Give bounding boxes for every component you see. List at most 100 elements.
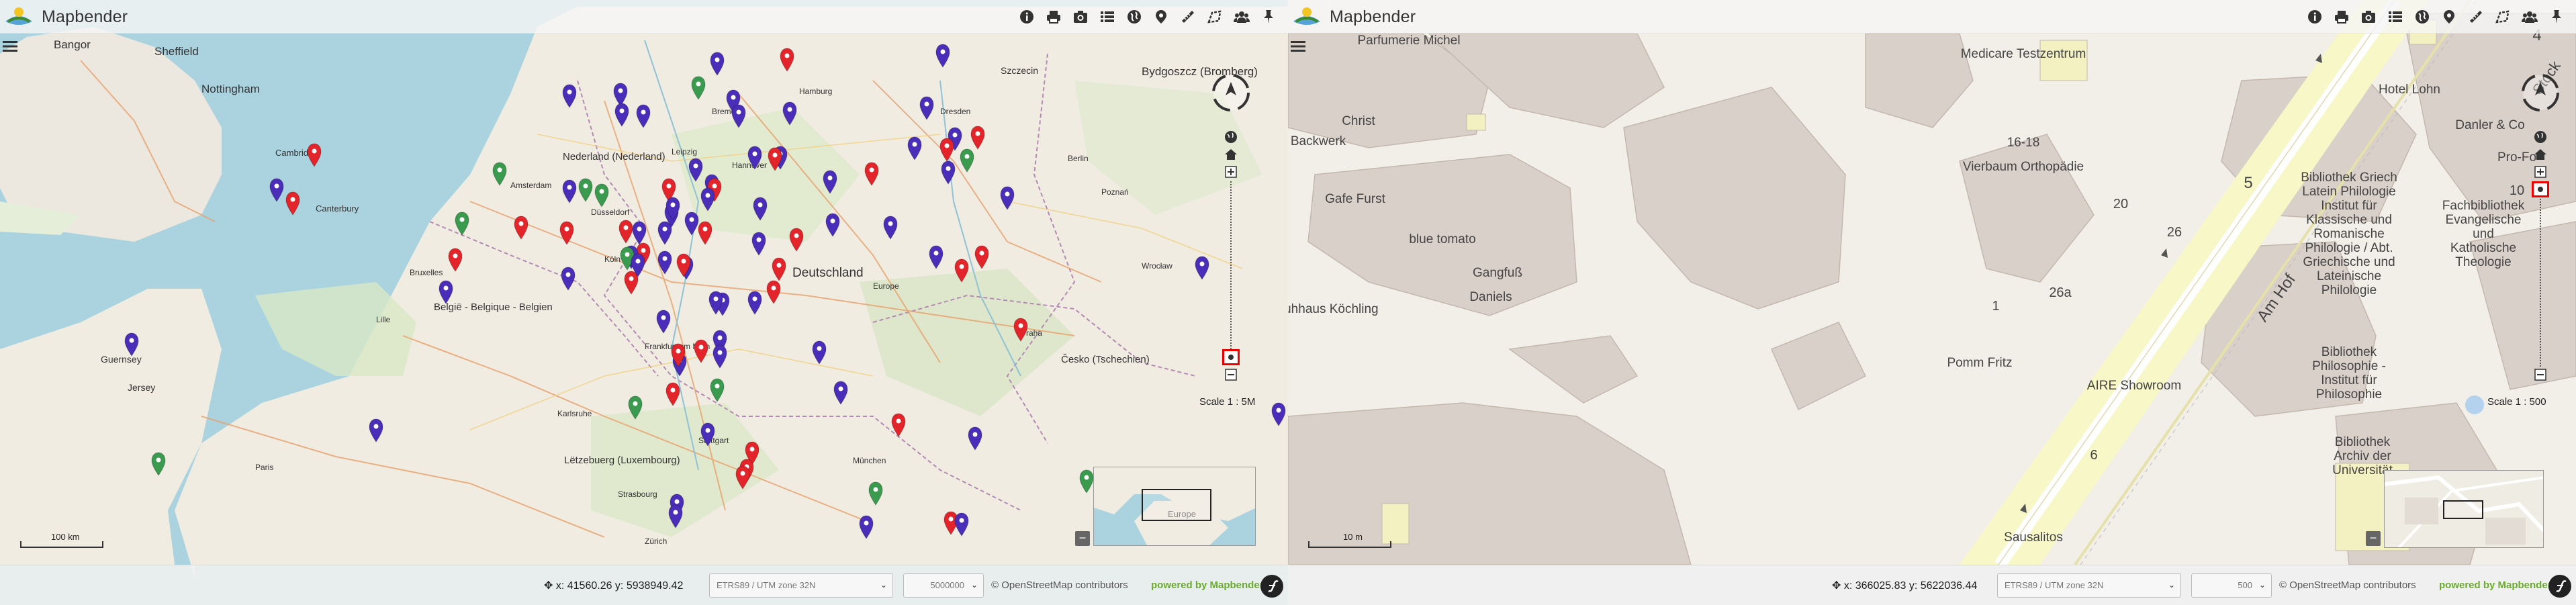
users-icon[interactable] — [1232, 7, 1252, 27]
zoom-world-icon[interactable] — [2531, 129, 2550, 145]
map-marker-dot — [752, 151, 757, 156]
zoom-slider-track[interactable] — [2540, 199, 2541, 367]
area-ruler-icon[interactable] — [2493, 7, 2513, 27]
map-marker-dot — [662, 256, 668, 261]
map-marker-dot — [869, 167, 874, 173]
zoom-world-icon[interactable] — [1222, 129, 1240, 145]
pin-icon[interactable] — [1258, 7, 1279, 27]
map-marker-dot — [952, 132, 958, 138]
map-marker-dot — [681, 259, 686, 264]
camera-icon[interactable] — [1070, 7, 1091, 27]
map-label: Daniels — [1469, 290, 1512, 304]
powered-by-link[interactable]: powered by Mapbender — [1151, 579, 1264, 591]
map-label: Düsseldorf — [591, 207, 630, 217]
map-label: Vierbaum Orthopädie — [1963, 160, 2084, 174]
attribution[interactable]: © OpenStreetMap contributors — [991, 579, 1128, 591]
srs-selector[interactable]: ETRS89 / UTM zone 32N ⌄ — [709, 573, 893, 598]
zoom-slider-track[interactable] — [1230, 181, 1232, 349]
map-marker-dot — [702, 226, 708, 232]
map-marker-dot — [771, 285, 776, 291]
srs-selector[interactable]: ETRS89 / UTM zone 32N ⌄ — [1997, 573, 2181, 598]
overview-extent-box[interactable] — [2443, 500, 2483, 519]
map-label: Christ — [1342, 114, 1375, 128]
map-label: Hannover — [732, 160, 767, 170]
zoom-in-icon[interactable] — [1222, 164, 1240, 180]
menu-icon[interactable] — [3, 40, 17, 52]
map-label: Canterbury — [316, 203, 359, 214]
map-label: Wrocław — [1142, 261, 1172, 271]
globe-icon[interactable] — [2412, 7, 2432, 27]
attribution[interactable]: © OpenStreetMap contributors — [2279, 579, 2416, 591]
map-label: Poznań — [1101, 187, 1129, 197]
scale-bar-label: 100 km — [51, 532, 80, 542]
map-marker-dot — [696, 81, 701, 87]
map-label: Sausalitos — [2004, 530, 2063, 545]
app-title: Mapbender — [1330, 7, 1416, 26]
overview-toggle-button[interactable]: − — [1075, 531, 1090, 546]
camera-icon[interactable] — [2358, 7, 2379, 27]
map-marker-dot — [772, 152, 778, 158]
ruler-icon[interactable] — [1178, 7, 1198, 27]
location-pin-icon[interactable] — [2439, 7, 2459, 27]
map-marker-dot — [705, 428, 710, 433]
powered-by-link[interactable]: powered by Mapbender — [2439, 579, 2552, 591]
map-marker-dot — [633, 401, 638, 406]
map-label: Gangfuß — [1473, 266, 1522, 280]
map-canvas[interactable]: Parfumerie Michel Christ Backwerk Gafe F… — [1288, 0, 2576, 605]
map-marker-dot — [497, 167, 502, 173]
map-marker-dot — [156, 457, 161, 463]
map-marker-dot — [964, 154, 970, 159]
overview-map[interactable]: Europe — [1093, 467, 1256, 546]
mapbender-right: Parfumerie Michel Christ Backwerk Gafe F… — [1288, 0, 2576, 605]
coordinates-display: ✥ x: 366025.83 y: 5622036.44 — [1832, 580, 1978, 592]
map-label: 26 — [2167, 225, 2182, 240]
map-label: Karlsruhe — [557, 409, 592, 418]
compass-icon[interactable] — [2520, 73, 2561, 113]
map-marker-dot — [757, 202, 763, 207]
home-icon[interactable] — [1222, 146, 1240, 162]
users-icon[interactable] — [2520, 7, 2540, 27]
map-label: Deutschland — [792, 266, 864, 280]
overview-toggle-button[interactable]: − — [2366, 531, 2381, 546]
scale-bar-label: 10 m — [1343, 532, 1363, 542]
map-marker-dot — [373, 424, 379, 429]
ruler-icon[interactable] — [2466, 7, 2486, 27]
zoom-in-icon[interactable] — [2531, 164, 2550, 180]
legend-icon[interactable] — [1097, 7, 1117, 27]
area-ruler-icon[interactable] — [1205, 7, 1225, 27]
map-marker-dot — [1018, 323, 1023, 328]
map-marker-dot — [641, 109, 646, 115]
navigation-toolbar — [2520, 73, 2561, 388]
home-icon[interactable] — [2531, 146, 2550, 162]
info-icon[interactable] — [1017, 7, 1037, 27]
info-icon[interactable] — [2305, 7, 2325, 27]
globe-icon[interactable] — [1124, 7, 1144, 27]
scale-selector[interactable]: 500 ⌄ — [2191, 573, 2272, 598]
zoom-out-icon[interactable] — [1222, 367, 1240, 383]
map-label: Hotel Lohn — [2379, 83, 2440, 97]
scale-selector[interactable]: 5000000 ⌄ — [903, 573, 984, 598]
print-icon[interactable] — [1044, 7, 1064, 27]
zoom-slider-handle[interactable] — [1222, 349, 1240, 365]
chevron-down-icon: ⌄ — [970, 580, 978, 590]
map-label: Parfumerie Michel — [1357, 34, 1460, 48]
print-icon[interactable] — [2332, 7, 2352, 27]
map-marker-dot — [749, 447, 755, 452]
pin-icon[interactable] — [2546, 7, 2567, 27]
map-marker-dot — [290, 197, 295, 202]
menu-icon[interactable] — [1291, 40, 1305, 52]
map-label: Szczecin — [1001, 65, 1038, 76]
compass-icon[interactable] — [1211, 73, 1251, 113]
map-label: Leipzig — [672, 147, 697, 156]
map-marker-dot — [662, 226, 668, 232]
legend-icon[interactable] — [2385, 7, 2405, 27]
location-pin-icon[interactable] — [1151, 7, 1171, 27]
overview-extent-box[interactable] — [1142, 489, 1211, 521]
map-label: blue tomato — [1409, 232, 1475, 246]
zoom-slider-handle[interactable] — [2532, 181, 2549, 197]
overview-map[interactable] — [2384, 470, 2544, 548]
map-marker-dot — [912, 142, 917, 147]
map-marker-dot — [817, 346, 822, 351]
map-marker-dot — [674, 499, 680, 504]
zoom-out-icon[interactable] — [2531, 367, 2550, 383]
